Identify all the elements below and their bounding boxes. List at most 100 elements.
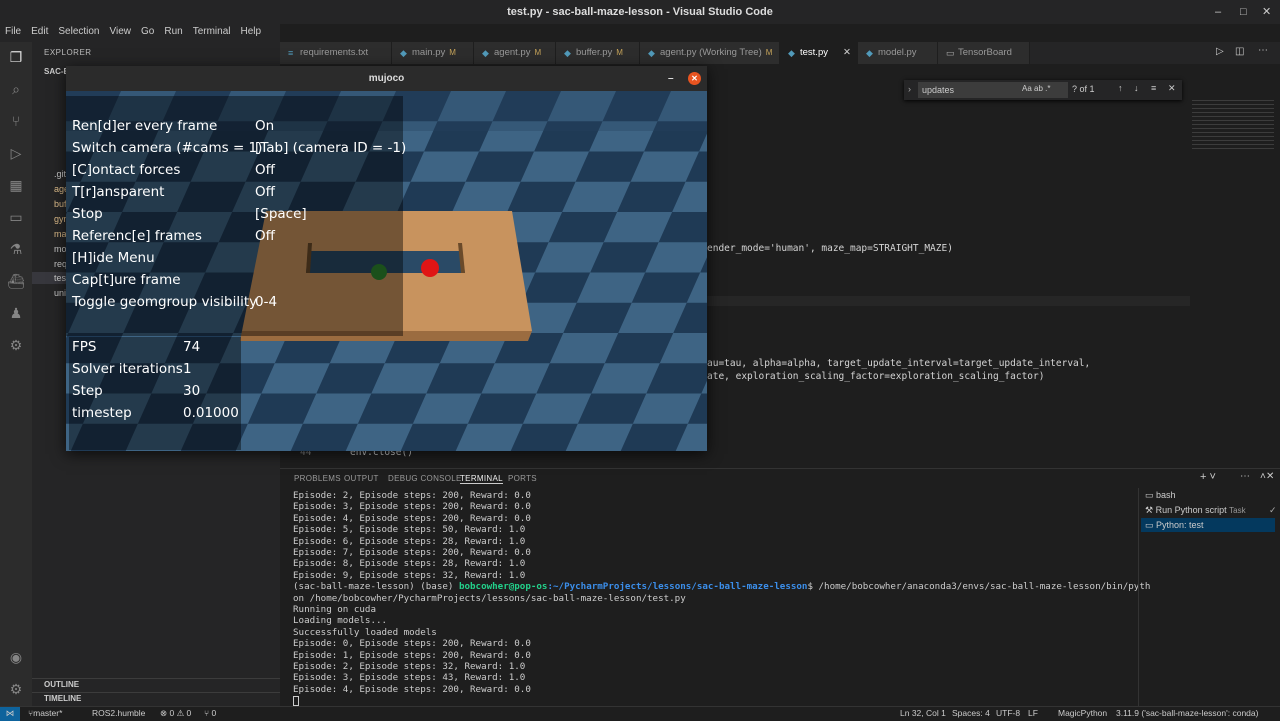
menu-help[interactable]: Help xyxy=(236,24,267,40)
menu-label[interactable]: Cap[t]ure frame xyxy=(72,272,181,288)
terminal-line: Episode: 8, Episode steps: 28, Reward: 1… xyxy=(293,558,526,570)
tab-agent[interactable]: ◆ agent.py M xyxy=(474,42,556,64)
mujoco-close-button[interactable]: ✕ xyxy=(688,72,701,85)
encoding[interactable]: UTF-8 xyxy=(996,707,1020,720)
python-interpreter[interactable]: 3.11.9 ('sac-ball-maze-lesson': conda) xyxy=(1116,707,1258,720)
testing-icon[interactable]: ⚗ xyxy=(7,240,25,258)
menu-value: [Space] xyxy=(255,206,307,222)
tab-debug-console[interactable]: DEBUG CONSOLE xyxy=(388,474,462,483)
terminal-list: ▭ bash ⚒ Run Python script Task ✓ ▭ Pytho… xyxy=(1138,488,1280,706)
tab-ports[interactable]: PORTS xyxy=(508,474,537,483)
maximize-button[interactable]: □ xyxy=(1240,0,1247,24)
menu-view[interactable]: View xyxy=(105,24,137,40)
python-icon: ◆ xyxy=(788,48,795,58)
terminal-prompt: (sac-ball-maze-lesson) (base) bobcowher@… xyxy=(293,581,1151,593)
new-terminal-icon[interactable]: + ˅ xyxy=(1200,471,1216,483)
terminal-cursor xyxy=(293,696,299,706)
run-file-icon[interactable]: ▷ xyxy=(1216,46,1224,57)
menu-value: Off xyxy=(255,162,275,178)
git-branch[interactable]: ⑂ master* xyxy=(28,707,62,720)
tab-buffer[interactable]: ◆ buffer.py M xyxy=(556,42,640,64)
next-match-icon[interactable]: ↓ xyxy=(1134,83,1139,93)
more-actions-icon[interactable]: ⋯ xyxy=(1240,471,1250,482)
explorer-icon[interactable]: ❐ xyxy=(7,48,25,66)
ros-icon[interactable]: ♟ xyxy=(7,304,25,322)
close-panel-icon[interactable]: ✕ xyxy=(1266,471,1274,482)
menu-label[interactable]: Stop xyxy=(72,206,103,222)
outline-section[interactable]: OUTLINE xyxy=(32,678,280,690)
search-icon[interactable]: ⌕ xyxy=(7,80,25,98)
menu-label[interactable]: Switch camera (#cams = 1) xyxy=(72,140,262,156)
python-icon: ◆ xyxy=(866,48,873,58)
stat-value: 74 xyxy=(183,339,201,355)
minimize-button[interactable]: – xyxy=(1215,0,1221,24)
menu-label[interactable]: [H]ide Menu xyxy=(72,250,155,266)
terminal-item-run-python[interactable]: ⚒ Run Python script Task ✓ xyxy=(1145,503,1277,517)
terminal-item-python-test[interactable]: ▭ Python: test xyxy=(1141,518,1275,532)
extensions-icon[interactable]: ▦ xyxy=(7,176,25,194)
tab-terminal[interactable]: TERMINAL xyxy=(460,474,503,484)
menu-go[interactable]: Go xyxy=(136,24,159,40)
source-control-icon[interactable]: ⑂ xyxy=(7,112,25,130)
language-mode[interactable]: MagicPython xyxy=(1058,707,1107,720)
menu-file[interactable]: File xyxy=(0,24,26,40)
problems-count[interactable]: ⊗ 0 ⚠ 0 xyxy=(160,707,191,720)
tools-icon: ⚒ xyxy=(1145,505,1156,515)
mujoco-scene[interactable]: Ren[d]er every frame On Switch camera (#… xyxy=(66,91,707,451)
mujoco-titlebar: mujoco – ✕ xyxy=(66,66,707,91)
previous-match-icon[interactable]: ↑ xyxy=(1118,83,1123,93)
terminal-item-bash[interactable]: ▭ bash xyxy=(1145,488,1176,502)
code-line: ender_mode='human', maze_map=STRAIGHT_MA… xyxy=(707,243,953,254)
close-window-button[interactable]: ✕ xyxy=(1262,0,1271,24)
timeline-section[interactable]: TIMELINE xyxy=(32,692,280,704)
menu-run[interactable]: Run xyxy=(159,24,187,40)
find-in-selection-icon[interactable]: ≡ xyxy=(1151,83,1156,93)
window-title: test.py - sac-ball-maze-lesson - Visual … xyxy=(507,6,773,18)
tab-main[interactable]: ◆ main.py M xyxy=(392,42,474,64)
ports-count[interactable]: ⑂ 0 xyxy=(204,707,216,720)
tab-agent-working-tree[interactable]: ◆ agent.py (Working Tree) M xyxy=(640,42,780,64)
remote-icon[interactable]: ⚙ xyxy=(7,336,25,354)
find-options[interactable]: Aa ab .* xyxy=(1022,84,1050,93)
chevron-right-icon[interactable]: › xyxy=(908,84,911,94)
menu-terminal[interactable]: Terminal xyxy=(188,24,236,40)
mujoco-minimize-button[interactable]: – xyxy=(668,66,674,91)
menu-edit[interactable]: Edit xyxy=(26,24,53,40)
stat-label: timestep xyxy=(72,405,132,421)
tab-model[interactable]: ◆ model.py xyxy=(858,42,938,64)
indentation[interactable]: Spaces: 4 xyxy=(952,707,990,720)
menu-label[interactable]: T[r]ansparent xyxy=(72,184,164,200)
docker-icon[interactable]: ⛴ xyxy=(7,272,25,290)
menu-label[interactable]: Toggle geomgroup visibility xyxy=(72,294,257,310)
terminal-icon: ▭ xyxy=(1145,490,1157,500)
remote-indicator-icon[interactable]: ⋈ xyxy=(0,707,20,721)
tab-requirements[interactable]: ≡ requirements.txt xyxy=(280,42,392,64)
account-icon[interactable]: ◉ xyxy=(7,648,25,666)
menu-label[interactable]: [C]ontact forces xyxy=(72,162,180,178)
minimap[interactable] xyxy=(1192,100,1274,150)
tab-output[interactable]: OUTPUT xyxy=(344,474,379,483)
menu-label[interactable]: Referenc[e] frames xyxy=(72,228,202,244)
split-editor-icon[interactable]: ◫ xyxy=(1235,46,1244,57)
ros-distro[interactable]: ROS2.humble xyxy=(92,707,145,720)
tab-test[interactable]: ◆ test.py ✕ xyxy=(780,42,858,64)
menu-label[interactable]: Ren[d]er every frame xyxy=(72,118,217,134)
maximize-panel-icon[interactable]: ˄ xyxy=(1260,471,1266,482)
tab-problems[interactable]: PROBLEMS xyxy=(294,474,341,483)
settings-gear-icon[interactable]: ⚙ xyxy=(7,680,25,698)
remote-explorer-icon[interactable]: ▭ xyxy=(7,208,25,226)
close-tab-icon[interactable]: ✕ xyxy=(843,42,851,64)
more-actions-icon[interactable]: ⋯ xyxy=(1258,45,1268,56)
menu-selection[interactable]: Selection xyxy=(53,24,104,40)
explorer-title: EXPLORER xyxy=(44,48,92,57)
mujoco-title: mujoco xyxy=(368,73,405,84)
run-debug-icon[interactable]: ▷ xyxy=(7,144,25,162)
tab-tensorboard[interactable]: ▭ TensorBoard xyxy=(938,42,1030,64)
current-line-highlight xyxy=(680,296,1190,306)
file-icon: ≡ xyxy=(288,48,294,58)
line-ending[interactable]: LF xyxy=(1028,707,1038,720)
cursor-position[interactable]: Ln 32, Col 1 xyxy=(900,707,946,720)
terminal-line: Episode: 0, Episode steps: 200, Reward: … xyxy=(293,638,531,650)
close-find-icon[interactable]: ✕ xyxy=(1168,83,1176,94)
terminal-line: Episode: 4, Episode steps: 200, Reward: … xyxy=(293,683,531,695)
